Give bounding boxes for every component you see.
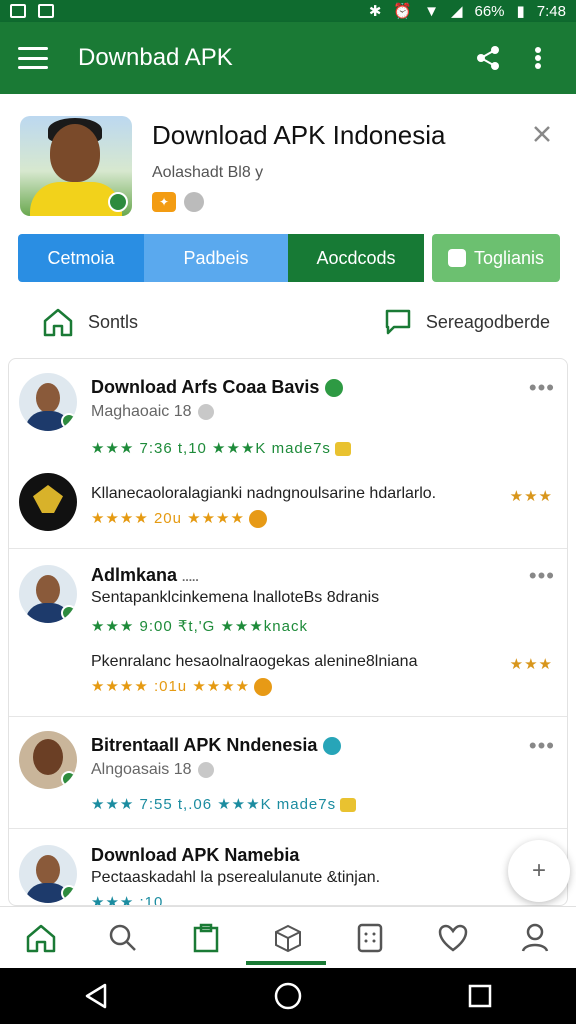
- card-rating: ★★★: [509, 488, 553, 505]
- nav-search[interactable]: [99, 914, 147, 962]
- calculator-icon: [358, 923, 383, 952]
- card-submeta: ★★★★ 20u ★★★★: [91, 509, 267, 529]
- card-title: Bitrentaall APK Nndenesia: [91, 735, 342, 756]
- card-submeta: ★★★★ :01u ★★★★: [91, 677, 273, 697]
- subnav-home-label: Sontls: [88, 311, 139, 332]
- battery-text: 66%: [474, 2, 505, 20]
- share-icon[interactable]: [468, 38, 508, 78]
- back-icon[interactable]: [71, 971, 121, 1021]
- info-icon: [197, 403, 214, 420]
- subnav-comments[interactable]: Sereagodberde: [384, 308, 550, 336]
- card-line: Sentapanklcinkemena lnalloteBs 8dranis: [91, 589, 380, 606]
- bottom-nav: [0, 906, 576, 968]
- app-subtitle: Aolashadt Bl8 y: [152, 164, 264, 181]
- card-line: Pkenralanc hesaolnalraogekas alenine8lni…: [91, 653, 418, 670]
- feed-card[interactable]: Bitrentaall APK Nndenesia ••• Alngoasais…: [9, 717, 567, 829]
- feed-card[interactable]: Download APK Namebia ••• Pectaaskadahl l…: [9, 829, 567, 906]
- tab-4-label: Toglianis: [473, 247, 545, 268]
- card-rating: ★★★: [509, 656, 553, 673]
- card-title: Download APK Namebia: [91, 845, 300, 865]
- profile-icon: [521, 923, 549, 952]
- card-title: Adlmkana .....: [91, 565, 199, 585]
- card-meta: ★★★ 7:36 t,10 ★★★K made7s: [91, 439, 351, 457]
- avatar: [19, 565, 77, 623]
- search-icon: [110, 924, 137, 951]
- tag-icon: [447, 249, 466, 267]
- overflow-menu-icon[interactable]: [518, 38, 558, 78]
- info-icon: [197, 761, 214, 778]
- photo-notification-icon: [10, 4, 26, 18]
- tab-4[interactable]: Toglianis: [432, 234, 560, 282]
- card-line: Pectaaskadahl la pserealulanute &tinjan.: [91, 869, 381, 886]
- card-handle: Maghaoaic 18: [91, 403, 214, 421]
- system-nav-bar: [0, 968, 576, 1024]
- bluetooth-icon: ✱: [368, 3, 382, 20]
- avatar: [19, 473, 77, 531]
- tab-1[interactable]: Cetmoia: [18, 234, 144, 282]
- nav-box[interactable]: [264, 914, 312, 962]
- subnav-comments-label: Sereagodberde: [425, 311, 550, 332]
- clipboard-icon: [193, 923, 218, 952]
- app-name: Download APK Indonesia: [152, 120, 446, 150]
- avatar: [19, 373, 77, 431]
- app-icon: [20, 116, 132, 216]
- card-meta: ★★★ 7:55 t,.06 ★★★K made7s: [91, 795, 357, 813]
- card-title: Download Arfs Coaa Bavis: [91, 377, 344, 398]
- clock: 7:48: [536, 2, 566, 20]
- heart-icon: [438, 924, 467, 952]
- feed-card[interactable]: Download Arfs Coaa Bavis ••• Maghaoaic 1…: [9, 359, 567, 549]
- globe-icon: [184, 192, 204, 212]
- feed-list: Download Arfs Coaa Bavis ••• Maghaoaic 1…: [8, 358, 568, 906]
- subnav-home[interactable]: Sontls: [42, 307, 138, 337]
- coin-icon: [254, 678, 273, 697]
- add-icon: +: [531, 857, 546, 884]
- menu-icon[interactable]: [18, 47, 48, 69]
- home-circle-icon[interactable]: [263, 971, 313, 1021]
- like-icon: [334, 442, 351, 457]
- nav-favorites[interactable]: [429, 914, 477, 962]
- wifi-icon: ▼: [424, 2, 439, 20]
- tab-3[interactable]: Aocdcods: [288, 234, 424, 282]
- app-badges: ✦: [152, 192, 204, 212]
- alarm-icon: ⏰: [393, 3, 413, 20]
- avatar: [19, 731, 77, 789]
- card-meta: ★★★ 9:00 ₹t,'G ★★★knack: [91, 618, 308, 635]
- nav-active-indicator: [246, 961, 326, 965]
- avatar: [19, 845, 77, 903]
- home-outline-icon: [43, 308, 73, 337]
- tab-2[interactable]: Padbeis: [144, 234, 288, 282]
- image-notification-icon: [38, 4, 54, 18]
- home-icon: [26, 924, 56, 952]
- signal-icon: ◢: [450, 3, 463, 20]
- nav-home[interactable]: [17, 914, 65, 962]
- coin-icon: [248, 510, 267, 529]
- close-icon[interactable]: [530, 122, 554, 146]
- award-icon: ✦: [152, 192, 176, 212]
- verified-icon: [323, 737, 342, 756]
- chat-bubble-icon: [385, 309, 411, 335]
- floating-action-button[interactable]: +: [508, 840, 570, 902]
- app-title: Downbad APK: [78, 44, 233, 71]
- nav-calculator[interactable]: [346, 914, 394, 962]
- app-header: Download APK Indonesia Aolashadt Bl8 y ✦…: [0, 94, 576, 350]
- card-meta: ★★★ :10: [91, 894, 164, 906]
- more-options-icon[interactable]: •••: [529, 733, 555, 759]
- app-bar: Downbad APK: [0, 22, 576, 94]
- battery-icon: ▮: [516, 3, 525, 20]
- status-bar: ✱ ⏰ ▼ ◢ 66% ▮ 7:48: [0, 0, 576, 22]
- more-options-icon[interactable]: •••: [529, 375, 555, 401]
- more-options-icon[interactable]: •••: [529, 563, 555, 589]
- verified-icon: [325, 379, 344, 398]
- tab-bar: Cetmoia Padbeis Aocdcods Toglianis: [18, 234, 560, 282]
- subnav: Sontls Sereagodberde: [0, 294, 576, 350]
- card-line: Kllanecaoloralagianki nadngnoulsarine hd…: [91, 485, 437, 502]
- box-icon: [274, 924, 301, 952]
- feed-card[interactable]: Adlmkana ..... ••• Sentapanklcinkemena l…: [9, 549, 567, 717]
- like-icon: [340, 798, 357, 813]
- card-handle: Alngoasais 18: [91, 761, 214, 779]
- nav-profile[interactable]: [511, 914, 559, 962]
- nav-clipboard[interactable]: [182, 914, 230, 962]
- recents-icon[interactable]: [455, 971, 505, 1021]
